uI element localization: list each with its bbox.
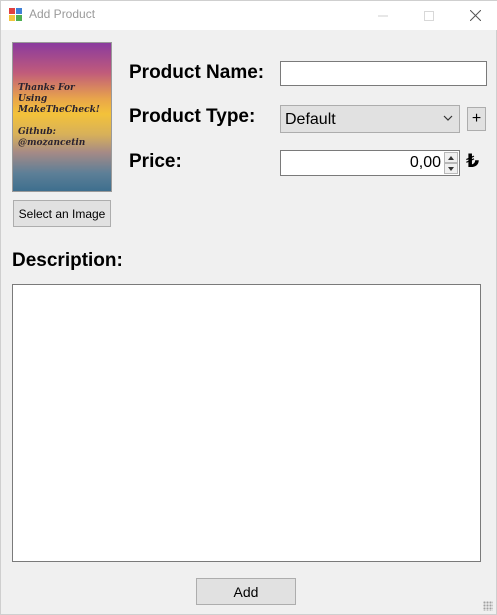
close-button[interactable]: [452, 1, 497, 30]
preview-image-text: Thanks For Using MakeTheCheck! Github: @…: [18, 83, 100, 148]
add-product-window: Add Product Thanks For Using MakeTheChec…: [0, 0, 497, 615]
product-type-value: Default: [285, 111, 336, 128]
price-spinner: [444, 152, 458, 174]
arrow-down-icon: [448, 166, 454, 171]
arrow-up-icon: [448, 155, 454, 160]
product-type-label: Product Type:: [129, 106, 256, 127]
price-increment-button[interactable]: [444, 152, 458, 163]
app-icon: [9, 8, 22, 21]
add-button[interactable]: Add: [196, 578, 296, 605]
description-textarea[interactable]: [12, 284, 481, 562]
close-icon: [469, 10, 481, 21]
maximize-icon: [424, 10, 434, 21]
resize-grip[interactable]: [483, 601, 493, 611]
price-decrement-button[interactable]: [444, 163, 458, 174]
minimize-icon: [378, 15, 388, 16]
product-type-select[interactable]: Default: [280, 105, 460, 133]
chevron-down-icon: [443, 115, 453, 121]
product-name-input[interactable]: [280, 61, 487, 86]
currency-symbol: ₺: [466, 150, 480, 172]
title-bar: Add Product: [1, 1, 497, 30]
select-image-button[interactable]: Select an Image: [13, 200, 111, 227]
minimize-button[interactable]: [360, 1, 406, 30]
window-title: Add Product: [29, 7, 96, 21]
product-name-label: Product Name:: [129, 62, 265, 83]
price-label: Price:: [129, 151, 182, 172]
product-image-preview: Thanks For Using MakeTheCheck! Github: @…: [12, 42, 112, 192]
price-numeric-input[interactable]: 0,00: [280, 150, 460, 176]
maximize-button[interactable]: [406, 1, 452, 30]
description-label: Description:: [12, 250, 123, 271]
add-product-type-button[interactable]: +: [467, 107, 486, 131]
price-value: 0,00: [409, 154, 441, 171]
